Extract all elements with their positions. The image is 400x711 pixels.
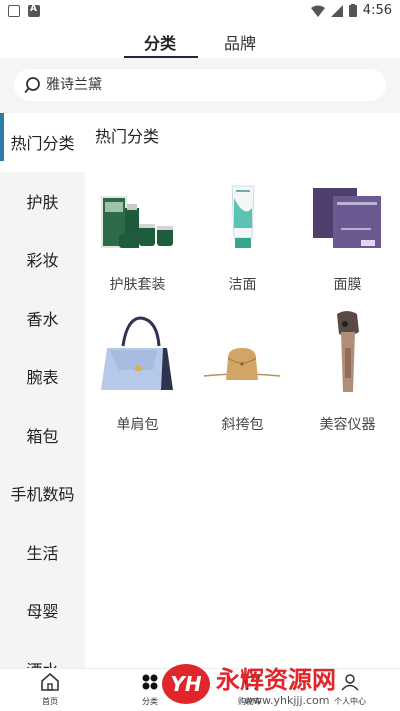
tab-brand[interactable]: 品牌 — [224, 30, 256, 54]
category-label: 美容仪器 — [319, 417, 376, 433]
notification-icon — [8, 5, 20, 17]
category-label: 面膜 — [333, 277, 362, 293]
search-input[interactable] — [46, 69, 366, 101]
category-icon — [142, 674, 158, 690]
nav-label: 首页 — [42, 697, 58, 706]
category-label: 护肤套装 — [109, 277, 166, 293]
signal-icon — [330, 4, 343, 17]
sidebar-item-life[interactable]: 生活 — [0, 523, 85, 582]
category-item-crossbody-bag[interactable]: 斜挎包 — [190, 298, 295, 438]
category-content: 热门分类 护肤套装 洁面 面膜 单肩包 斜挎包 美容仪器 — [85, 113, 400, 668]
svg-text:永辉资源网: 永辉资源网 — [216, 666, 336, 694]
search-box[interactable] — [14, 69, 386, 101]
top-tab-bar: 分类 品牌 — [0, 24, 400, 58]
tab-category[interactable]: 分类 — [144, 30, 176, 54]
category-label: 斜挎包 — [221, 417, 264, 433]
watermark-logo: YH 永辉资源网 www.yhkjjj.com — [162, 664, 336, 707]
sidebar-item-watches[interactable]: 腕表 — [0, 347, 85, 406]
status-time: 4:56 — [362, 3, 392, 18]
cleanser-tube-image — [231, 185, 255, 248]
category-item-face-mask[interactable]: 面膜 — [295, 158, 400, 298]
sidebar-item-digital[interactable]: 手机数码 — [0, 464, 85, 523]
beauty-device-image — [337, 311, 359, 392]
section-title: 热门分类 — [95, 127, 160, 146]
sidebar-item-perfume[interactable]: 香水 — [0, 289, 85, 348]
app-notification-icon — [28, 4, 40, 17]
sidebar-item-hot[interactable]: 热门分类 — [0, 113, 85, 172]
face-mask-box-image — [313, 188, 381, 248]
skincare-set-image — [101, 196, 173, 248]
svg-text:YH: YH — [170, 672, 201, 696]
category-item-cleanser[interactable]: 洁面 — [190, 158, 295, 298]
sidebar-item-skincare[interactable]: 护肤 — [0, 172, 85, 231]
battery-icon — [348, 4, 357, 17]
category-item-shoulder-bag[interactable]: 单肩包 — [85, 298, 190, 438]
status-bar: 4:56 — [0, 0, 400, 24]
category-label: 单肩包 — [116, 417, 159, 433]
crossbody-bag-image — [203, 348, 281, 380]
wifi-icon — [310, 5, 325, 17]
search-area — [0, 58, 400, 113]
sidebar-item-bags[interactable]: 箱包 — [0, 406, 85, 465]
category-sidebar: 热门分类 护肤 彩妆 香水 腕表 箱包 手机数码 生活 母婴 酒水 — [0, 113, 85, 668]
svg-text:www.yhkjjj.com: www.yhkjjj.com — [244, 694, 330, 707]
category-item-skincare-set[interactable]: 护肤套装 — [85, 158, 190, 298]
sidebar-item-baby[interactable]: 母婴 — [0, 581, 85, 640]
shoulder-bag-image — [101, 316, 173, 390]
category-item-beauty-device[interactable]: 美容仪器 — [295, 298, 400, 438]
category-label: 洁面 — [228, 277, 257, 293]
home-icon — [41, 672, 59, 691]
sidebar-item-makeup[interactable]: 彩妆 — [0, 230, 85, 289]
nav-home[interactable]: 首页 — [20, 672, 80, 707]
sidebar-item-liquor[interactable]: 酒水 — [0, 640, 85, 668]
search-icon — [24, 77, 40, 93]
